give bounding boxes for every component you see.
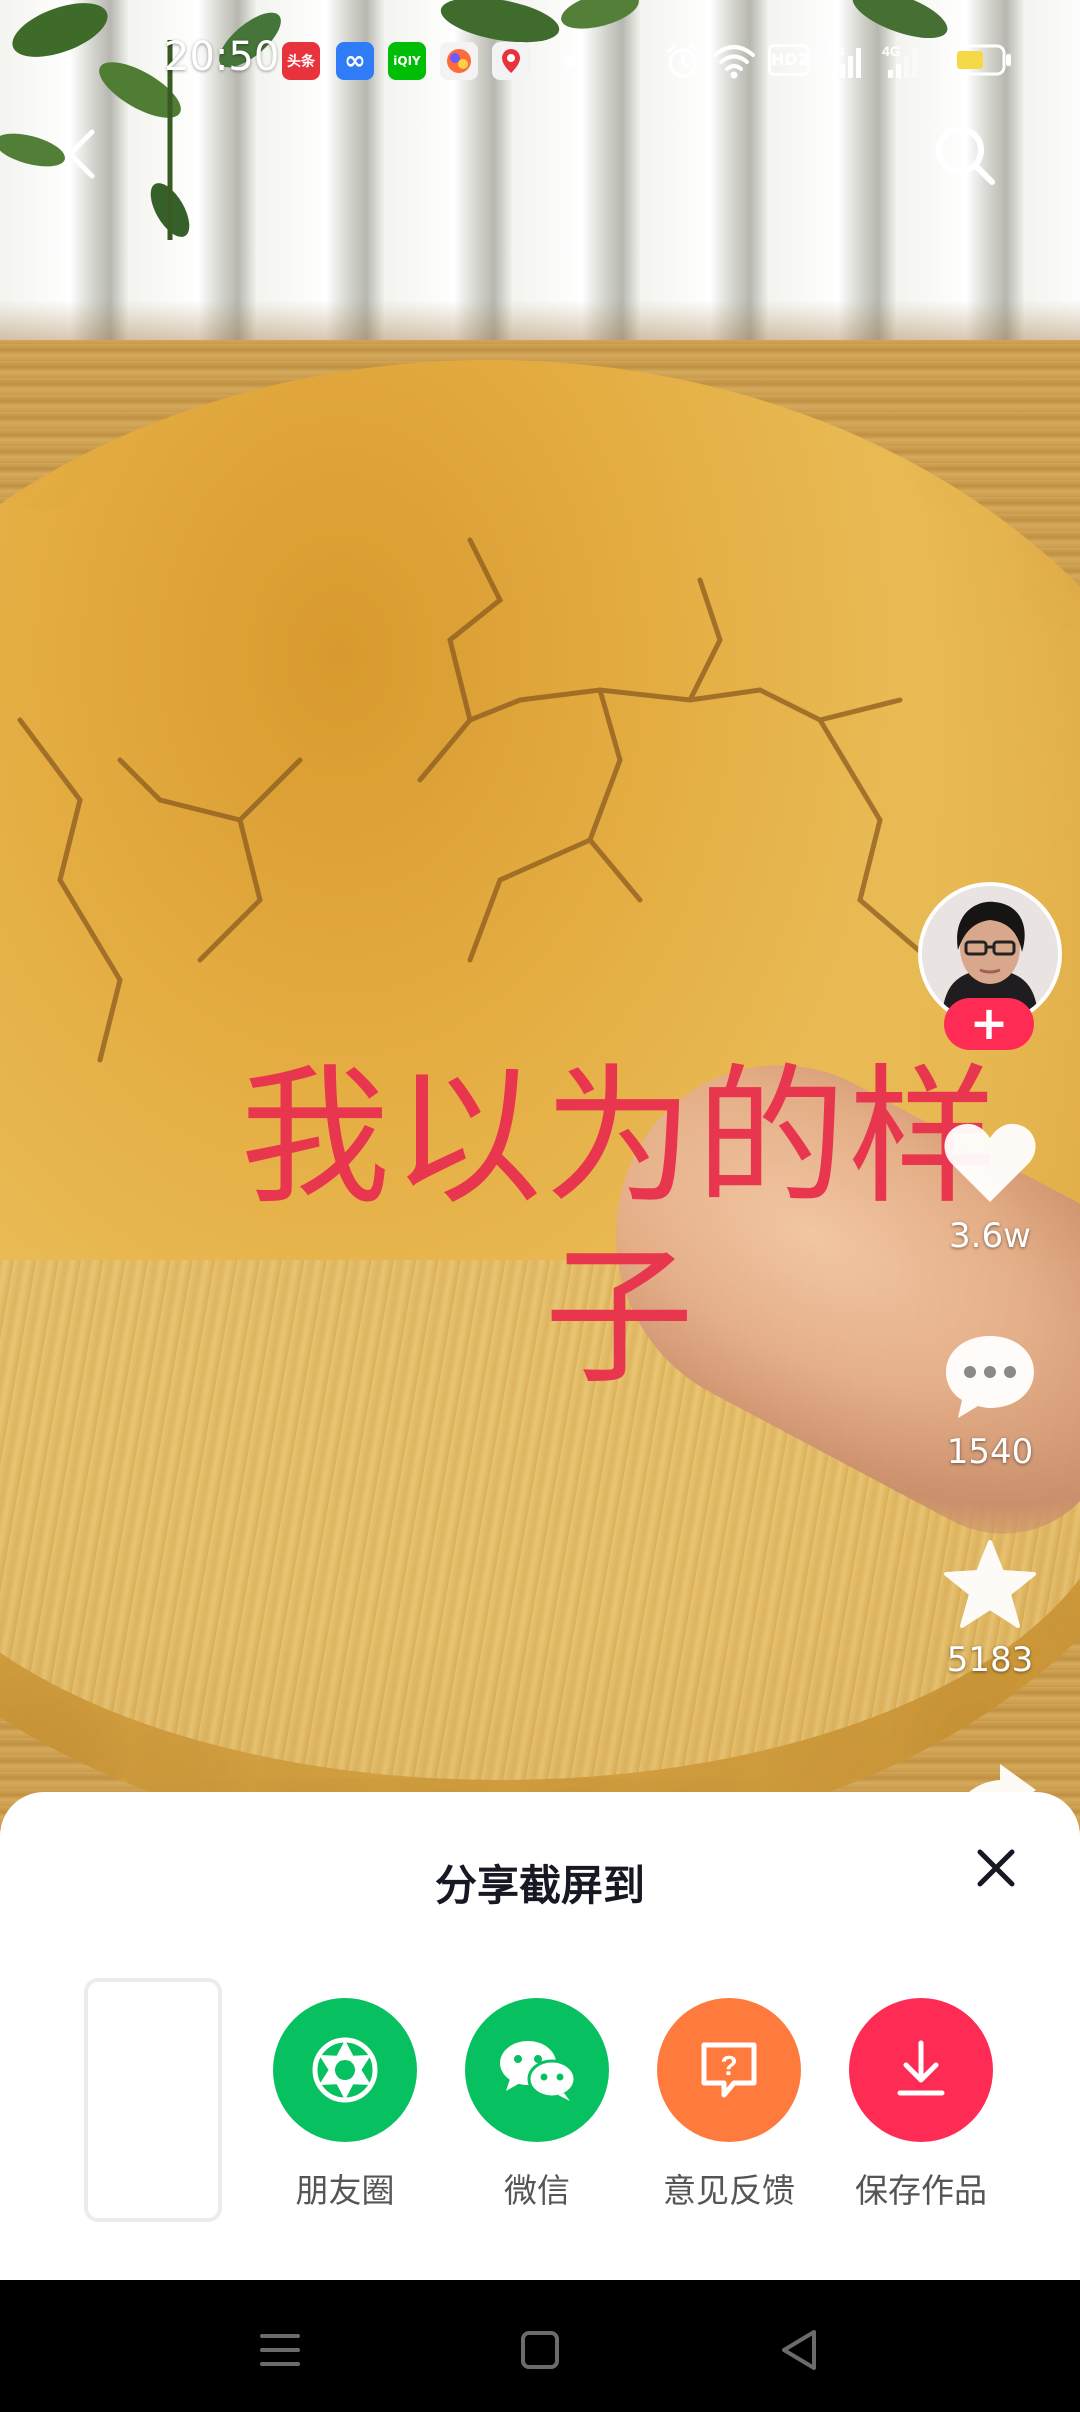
back-triangle-icon[interactable] [770, 2320, 830, 2380]
share-option-label: 意见反馈 [663, 2171, 795, 2210]
favorite-button[interactable]: 5183 [930, 1538, 1050, 1680]
back-arrow-icon[interactable] [52, 122, 116, 186]
heart-icon [944, 1123, 1036, 1202]
svg-text:?: ? [720, 2050, 737, 2081]
toutiao-notification-icon: 头条 [282, 42, 320, 80]
save-video-button[interactable]: 保存作品 [826, 1998, 1016, 2212]
signal-4g-icon-1: 4G [826, 43, 861, 78]
video-caption: 我以为的样子 [240, 1051, 1001, 1405]
share-option-label: 微信 [504, 2171, 570, 2210]
favorite-count: 5183 [946, 1640, 1034, 1680]
hd-voice-icon: HD2 [768, 44, 810, 76]
screenshot-preview[interactable] [84, 1978, 222, 2222]
map-pin-notification-icon [492, 42, 530, 80]
share-to-moments-button[interactable]: 朋友圈 [250, 1998, 440, 2212]
system-navigation-bar [0, 2280, 1080, 2412]
comment-bubble-icon [946, 1336, 1034, 1418]
download-icon [849, 1998, 993, 2142]
search-icon[interactable] [930, 120, 1000, 190]
iqiyi-notification-icon: iQIY [388, 42, 426, 80]
share-option-label: 保存作品 [855, 2171, 987, 2210]
share-sheet-title: 分享截屏到 [434, 1861, 645, 1910]
status-bar: 20:50 头条 ∞ iQIY HD2 4G 4G [0, 0, 1080, 120]
status-time: 20:50 [164, 34, 280, 80]
feedback-button[interactable]: ? 意见反馈 [634, 1998, 824, 2212]
svg-text:4G: 4G [882, 43, 901, 59]
share-option-label: 朋友圈 [295, 2171, 395, 2210]
menu-icon[interactable] [250, 2320, 310, 2380]
feedback-icon: ? [657, 1998, 801, 2142]
alarm-icon [667, 44, 699, 78]
wechat-icon [465, 1998, 609, 2142]
app-screen: 20:50 头条 ∞ iQIY HD2 4G 4G 我以为的样子 + 3.6w … [0, 0, 1080, 2412]
follow-button[interactable]: + [944, 998, 1034, 1050]
share-to-wechat-button[interactable]: 微信 [442, 1998, 632, 2212]
signal-4g-icon-2: 4G [882, 43, 917, 78]
like-button[interactable]: 3.6w [930, 1120, 1050, 1256]
comment-count: 1540 [946, 1432, 1034, 1472]
infinity-notification-icon: ∞ [336, 42, 374, 80]
svg-text:4G: 4G [826, 43, 845, 59]
share-screenshot-sheet: 分享截屏到 朋友圈 微信 ? 意见反馈 保存作品 [0, 1792, 1080, 2280]
wifi-icon [713, 45, 755, 79]
moments-icon [273, 1998, 417, 2142]
comment-button[interactable]: 1540 [930, 1332, 1050, 1472]
colorful-app-notification-icon [440, 42, 478, 80]
like-count: 3.6w [949, 1216, 1031, 1256]
battery-icon [950, 44, 1011, 76]
close-icon[interactable] [970, 1842, 1022, 1894]
star-icon [944, 1540, 1036, 1628]
more-notifications-dot [565, 56, 576, 67]
home-icon[interactable] [510, 2320, 570, 2380]
